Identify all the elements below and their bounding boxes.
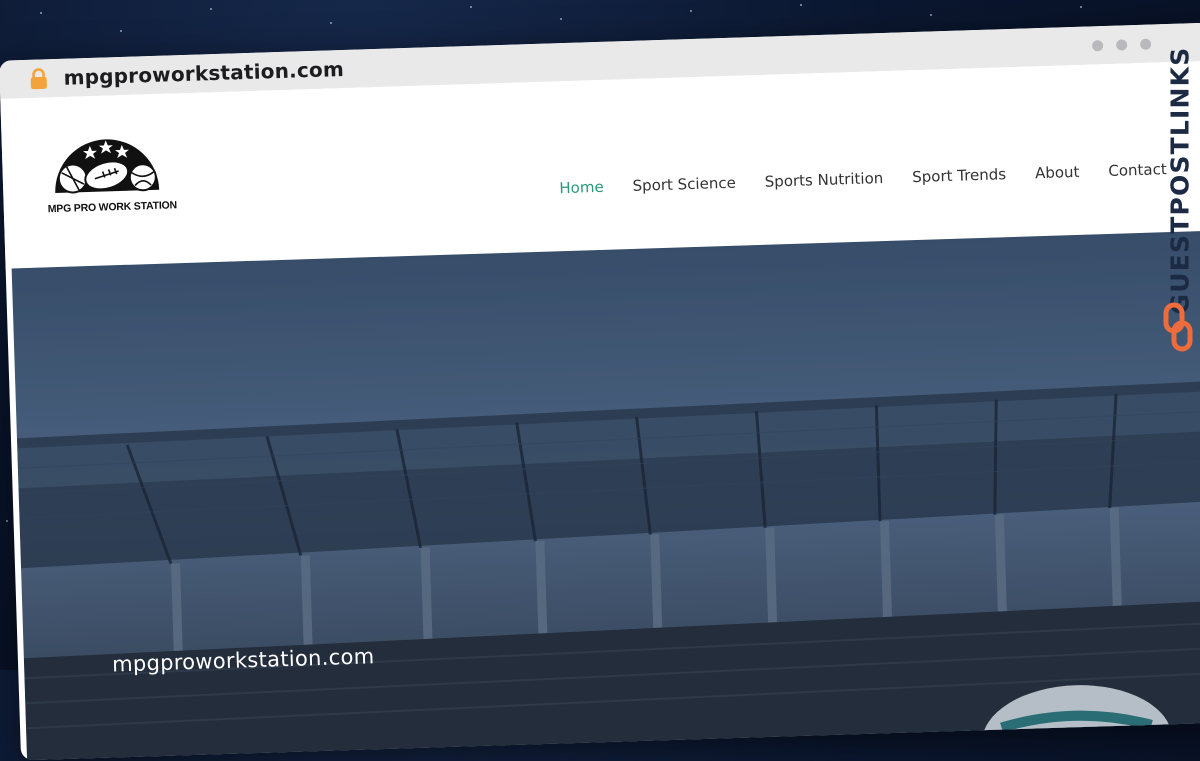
window-control-dot[interactable]: [1139, 38, 1152, 50]
link-icon: [1163, 302, 1193, 352]
lock-icon: [27, 67, 50, 90]
nav-item-sports-nutrition[interactable]: Sports Nutrition: [764, 169, 883, 191]
hero-banner: mpgproworkstation.com: [11, 230, 1200, 761]
nav-item-sport-trends[interactable]: Sport Trends: [912, 165, 1006, 186]
watermark-text: GUESTPOSTLINKS: [1165, 46, 1195, 315]
main-navigation: Home Sport Science Sports Nutrition Spor…: [559, 159, 1196, 197]
logo-text: MPG PRO WORK STATION: [47, 199, 178, 216]
screenshot-scene: mpgproworkstation.com MPG PRO WORK STATI…: [0, 0, 1200, 761]
browser-window: mpgproworkstation.com MPG PRO WORK STATI…: [0, 22, 1200, 761]
nav-item-home[interactable]: Home: [559, 178, 604, 197]
logo-emblem-icon: [55, 139, 160, 194]
nav-item-about[interactable]: About: [1035, 163, 1080, 182]
site-logo[interactable]: MPG PRO WORK STATION: [45, 129, 198, 224]
hero-overlay: [11, 230, 1200, 761]
window-control-dot[interactable]: [1115, 39, 1128, 51]
window-control-dot[interactable]: [1091, 40, 1104, 52]
guestpostlinks-watermark: GUESTPOSTLINKS: [1158, 47, 1198, 370]
nav-item-sport-science[interactable]: Sport Science: [632, 174, 736, 195]
address-bar-url[interactable]: mpgproworkstation.com: [63, 57, 344, 90]
